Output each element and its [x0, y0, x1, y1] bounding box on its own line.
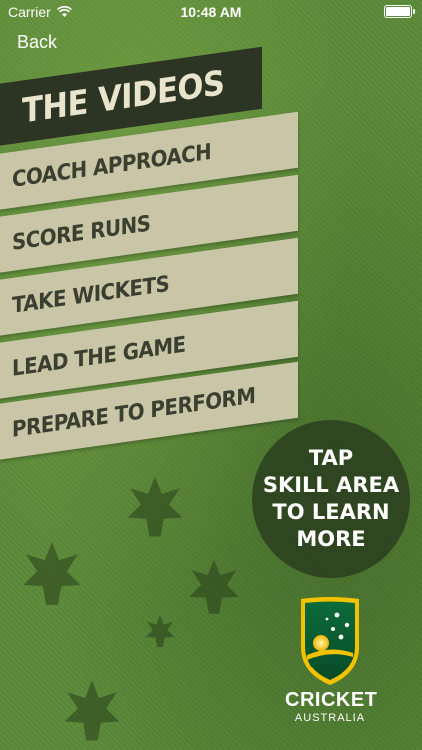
menu-item-label: SCORE RUNS — [12, 210, 151, 256]
callout-line: TO LEARN — [272, 500, 390, 524]
menu-item-label: LEAD THE GAME — [12, 332, 186, 382]
tap-skill-callout: TAP SKILL AREA TO LEARN MORE — [252, 420, 410, 578]
status-bar: Carrier 10:48 AM — [0, 0, 422, 22]
callout-line: SKILL AREA — [262, 473, 400, 497]
shield-logo-icon — [301, 597, 359, 685]
logo-title: CRICKET — [285, 689, 378, 711]
star-icon — [127, 476, 183, 537]
callout-line: MORE — [296, 527, 366, 551]
menu-item-label: PREPARE TO PERFORM — [12, 383, 256, 443]
menu-title: THE VIDEOS — [22, 63, 225, 132]
star-icon — [189, 559, 239, 614]
callout-line: TAP — [308, 446, 354, 470]
logo-subtitle: AUSTRALIA — [294, 712, 366, 724]
menu-item-label: TAKE WICKETS — [12, 271, 170, 319]
back-button[interactable]: Back — [17, 32, 57, 53]
battery-icon — [384, 5, 415, 18]
cricket-australia-logo: CRICKET AUSTRALIA — [285, 595, 378, 724]
star-icon — [64, 680, 120, 741]
status-time: 10:48 AM — [180, 4, 242, 20]
menu-item-label: COACH APPROACH — [12, 139, 212, 193]
star-icon — [23, 542, 81, 605]
star-icon — [145, 615, 175, 647]
